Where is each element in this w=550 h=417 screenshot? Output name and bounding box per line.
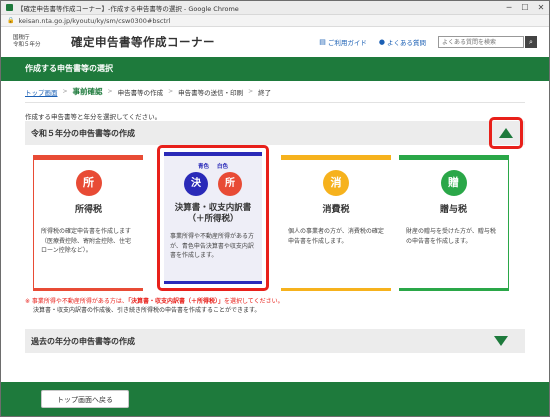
breadcrumb-separator-icon: > <box>107 88 113 95</box>
back-to-top-button[interactable]: トップ画面へ戻る <box>41 390 129 408</box>
consumption-tax-title: 消費税 <box>322 205 350 215</box>
breadcrumb: トップ画面 > 事前確認 > 申告書等の作成 > 申告書等の送信・印刷 > 終了 <box>25 81 525 103</box>
faq-link-label: よくある質問 <box>387 39 426 47</box>
maximize-icon[interactable]: ☐ <box>517 1 533 15</box>
search-icon: ⌕ <box>529 38 533 46</box>
income-tax-title: 所得税 <box>74 205 102 215</box>
blue-return-label: 青色 <box>197 164 209 170</box>
book-icon: ▤ <box>319 38 326 46</box>
breadcrumb-separator-icon: > <box>168 88 174 95</box>
note-line-1: ※ 事業所得や不動産所得がある方は、「決算書・収支内訳書（＋所得税）」を選択して… <box>25 298 284 305</box>
faq-link[interactable]: ● よくある質問 <box>379 37 426 47</box>
browser-window: 【確定申告書等作成コーナー】-作成する申告書等の選択 - Google Chro… <box>0 0 550 417</box>
faq-search-input[interactable] <box>438 36 524 48</box>
triangle-up-icon <box>499 128 513 138</box>
breadcrumb-separator-icon: > <box>248 88 254 95</box>
minimize-icon[interactable]: ─ <box>501 1 517 15</box>
income-tax-card[interactable]: 所 所得税 所得税の確定申告書を作成します（医療費控除、寄附金控除、住宅ローン控… <box>33 155 143 291</box>
breadcrumb-current-step: 事前確認 <box>72 87 103 96</box>
browser-titlebar: 【確定申告書等作成コーナー】-作成する申告書等の選択 - Google Chro… <box>1 1 549 15</box>
guide-link[interactable]: ▤ ご利用ガイド <box>319 37 367 47</box>
address-url[interactable]: keisan.nta.go.jp/kyoutu/ky/sm/csw0300#bs… <box>18 17 170 25</box>
gift-tax-title: 贈与税 <box>439 205 467 215</box>
gift-tax-card[interactable]: 贈 贈与税 財産の贈与を受けた方が、贈与税の申告書を作成します。 <box>399 155 509 291</box>
current-year-section-header[interactable]: 令和５年分の申告書等の作成 <box>25 117 525 149</box>
page-title: 作成する申告書等の選択 <box>1 57 549 81</box>
income-badge: 所 <box>218 172 242 196</box>
current-year-section-title: 令和５年分の申告書等の作成 <box>31 128 135 138</box>
past-year-section-title: 過去の年分の申告書等の作成 <box>31 336 135 346</box>
breadcrumb-separator-icon: > <box>62 88 68 95</box>
breadcrumb-home-link[interactable]: トップ画面 <box>25 87 58 97</box>
past-year-section-header[interactable]: 過去の年分の申告書等の作成 <box>25 329 525 353</box>
address-bar[interactable]: 🔒 keisan.nta.go.jp/kyoutu/ky/sm/csw0300#… <box>1 15 549 27</box>
kessan-subtitle: （＋所得税） <box>187 214 239 224</box>
breadcrumb-step: 申告書等の送信・印刷 <box>178 88 244 97</box>
site-title: 確定申告書等作成コーナー <box>71 35 215 49</box>
consumption-tax-description: 個人の事業者の方が、消費税の確定申告書を作成します。 <box>288 228 384 245</box>
guide-link-label: ご利用ガイド <box>327 39 367 47</box>
search-button[interactable]: ⌕ <box>525 36 537 48</box>
gift-tax-description: 財産の贈与を受けた方が、贈与税の申告書を作成します。 <box>406 228 496 245</box>
site-header: 国税庁 令和５年分 確定申告書等作成コーナー ▤ ご利用ガイド ● よくある質問… <box>1 27 549 57</box>
gift-tax-badge: 贈 <box>440 170 467 196</box>
person-question-icon: ● <box>378 38 385 46</box>
footer-bar: トップ画面へ戻る <box>1 382 549 416</box>
consumption-tax-card[interactable]: 消 消費税 個人の事業者の方が、消費税の確定申告書を作成します。 <box>281 155 391 291</box>
browser-title: 【確定申告書等作成コーナー】-作成する申告書等の選択 - Google Chro… <box>17 4 239 13</box>
kessan-badge: 決 <box>184 172 208 196</box>
close-icon[interactable]: ✕ <box>533 1 549 15</box>
kessan-description: 事業所得や不動産所得がある方が、青色申告決算書や収支内訳書を作成します。 <box>170 233 255 259</box>
notes: ※ 事業所得や不動産所得がある方は、「決算書・収支内訳書（＋所得税）」を選択して… <box>25 297 525 325</box>
favicon-icon <box>6 4 13 11</box>
tax-year-label: 令和５年分 <box>13 42 41 48</box>
note-line-2: 決算書・収支内訳書の作成後、引き続き所得税の申告書を作成することができます。 <box>33 307 261 314</box>
form-card-list: 所 所得税 所得税の確定申告書を作成します（医療費控除、寄附金控除、住宅ローン控… <box>25 145 525 291</box>
breadcrumb-step: 申告書等の作成 <box>117 88 164 97</box>
agency-name: 国税庁 <box>13 35 30 41</box>
triangle-down-icon[interactable] <box>494 336 508 346</box>
income-tax-badge: 所 <box>75 170 102 196</box>
income-tax-description: 所得税の確定申告書を作成します（医療費控除、寄附金控除、住宅ローン控除など）。 <box>41 228 132 254</box>
kessan-title: 決算書・収支内訳書 <box>174 203 252 213</box>
consumption-tax-badge: 消 <box>323 170 349 196</box>
kessan-card[interactable]: 青色 白色 決 所 決算書・収支内訳書 （＋所得税） 事業所得や不動産所得がある… <box>157 145 269 291</box>
instruction-text: 作成する申告書等と年分を選択してください。 <box>25 113 162 121</box>
white-return-label: 白色 <box>217 164 229 170</box>
agency-block: 国税庁 令和５年分 <box>13 35 55 49</box>
note-emphasis: 「決算書・収支内訳書（＋所得税）」 <box>127 298 224 305</box>
breadcrumb-step: 終了 <box>258 88 272 97</box>
lock-icon: 🔒 <box>7 17 15 24</box>
